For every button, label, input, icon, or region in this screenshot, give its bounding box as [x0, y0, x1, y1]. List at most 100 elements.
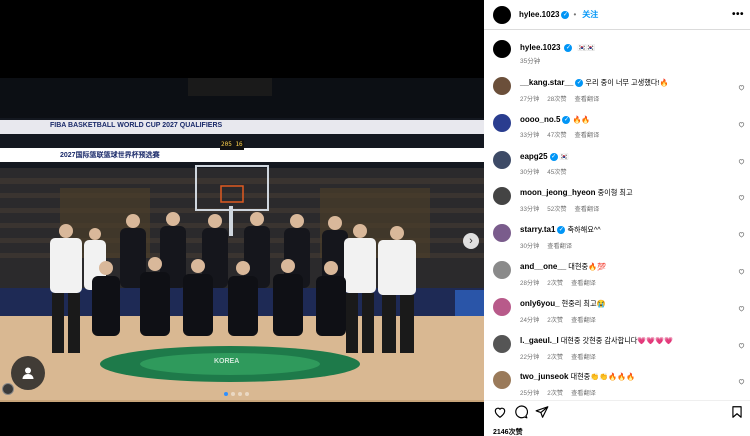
- court-logo-text: KOREA: [214, 358, 240, 365]
- heart-icon[interactable]: [738, 342, 745, 349]
- commenter-avatar[interactable]: [493, 260, 511, 279]
- chevron-right-icon: ›: [469, 234, 473, 247]
- comment-item: __kang.star__ ✓ 우리 중이 너무 고생했다!🔥 27分钟 28次赞 查看…: [484, 72, 750, 109]
- comment-text: 🇰🇷: [559, 151, 569, 161]
- commenter-avatar[interactable]: [493, 334, 511, 353]
- comment-likes[interactable]: 45次赞: [547, 169, 566, 176]
- commenter-username[interactable]: moon_jeong_hyeon: [520, 188, 596, 197]
- commenter-username[interactable]: l._gaeul._l: [520, 336, 559, 345]
- comment-item: moon_jeong_hyeon 중이형 최고 33分钟 52次赞 查看翻译: [484, 182, 750, 219]
- carousel-dot: [238, 392, 242, 396]
- commenter-avatar[interactable]: [493, 187, 511, 206]
- heart-icon[interactable]: [738, 158, 745, 165]
- person-icon: [22, 367, 34, 379]
- heart-icon[interactable]: [738, 121, 745, 128]
- comment-item: l._gaeul._l 대현중 갓현중 감사합니다💗💗💗💗 22分钟 2次赞 查看翻译: [484, 330, 750, 367]
- scoreboard-text: 205 16: [221, 141, 243, 148]
- comment-likes[interactable]: 2次赞: [547, 317, 563, 324]
- verified-icon: ✓: [562, 115, 571, 124]
- heart-icon[interactable]: [493, 405, 507, 419]
- comment-list: __kang.star__ ✓ 우리 중이 너무 고생했다!🔥 27分钟 28次赞 查看…: [484, 72, 750, 403]
- comment-time: 33分钟: [520, 131, 540, 139]
- comment-text: 대현중 갓현중 감사합니다💗💗💗💗: [560, 335, 674, 345]
- see-translation-link[interactable]: 查看翻译: [575, 96, 600, 103]
- commenter-username[interactable]: only6you_: [520, 299, 560, 308]
- comment-time: 30分钟: [520, 168, 540, 176]
- commenter-username[interactable]: __kang.star__: [520, 78, 573, 87]
- comment-text: 중이형 최고: [597, 188, 633, 198]
- heart-icon[interactable]: [738, 194, 745, 201]
- comment-likes[interactable]: 28次赞: [547, 96, 566, 103]
- comment-icon[interactable]: [514, 405, 528, 419]
- tagged-user-avatar[interactable]: [2, 383, 14, 395]
- commenter-avatar[interactable]: [493, 371, 511, 390]
- comment-time: 33分钟: [520, 206, 540, 214]
- commenter-username[interactable]: and__one__: [520, 262, 566, 271]
- see-translation-link[interactable]: 查看翻译: [575, 132, 600, 139]
- comment-item: oooo_no.5 ✓ 🔥🔥 33分钟 47次赞 查看翻译: [484, 109, 750, 146]
- heart-icon[interactable]: [738, 305, 745, 312]
- heart-icon[interactable]: [738, 378, 745, 385]
- heart-icon[interactable]: [738, 268, 745, 275]
- media-viewer: FIBA BASKETBALL WORLD CUP 2027 QUALIFIER…: [0, 0, 484, 436]
- comment-item: and__one__ 대현중🔥💯 28分钟 2次赞 查看翻译: [484, 256, 750, 293]
- see-translation-link[interactable]: 查看翻译: [547, 243, 572, 250]
- comment-item: starry.ta1 ✓ 축하해요^^ 30分钟 查看翻译: [484, 219, 750, 256]
- comment-text: 대현중👏👏🔥🔥🔥: [570, 372, 636, 382]
- bookmark-icon[interactable]: [730, 405, 744, 419]
- post-caption: hylee.1023 ✓ 🇰🇷🇰🇷 35分钟: [493, 40, 744, 65]
- post-header: hylee.1023 ✓ • 关注 •••: [484, 0, 750, 30]
- comment-likes[interactable]: 2次赞: [547, 390, 563, 397]
- verified-icon: ✓: [575, 79, 584, 88]
- see-translation-link[interactable]: 查看翻译: [571, 317, 596, 324]
- follow-button[interactable]: 关注: [582, 9, 598, 20]
- heart-icon[interactable]: [738, 84, 745, 91]
- comment-likes[interactable]: 47次赞: [547, 132, 566, 139]
- commenter-username[interactable]: starry.ta1: [520, 225, 555, 234]
- comment-time: 24分钟: [520, 316, 540, 324]
- like-count[interactable]: 2146次赞: [493, 427, 523, 436]
- comment-time: 25分钟: [520, 390, 540, 398]
- comment-likes[interactable]: 52次赞: [547, 206, 566, 213]
- comment-time: 30分钟: [520, 243, 540, 251]
- caption-time: 35分钟: [520, 58, 541, 66]
- comment-text: 축하해요^^: [567, 225, 601, 235]
- commenter-avatar[interactable]: [493, 224, 511, 243]
- comment-item: eapg25 ✓ 🇰🇷 30分钟 45次赞: [484, 146, 750, 183]
- caption-username[interactable]: hylee.1023: [520, 43, 560, 52]
- commenter-username[interactable]: two_junseok: [520, 372, 568, 381]
- post-actions: 2146次赞: [484, 400, 750, 436]
- comment-text: 우리 중이 너무 고생했다!🔥: [585, 78, 669, 87]
- author-avatar[interactable]: [493, 40, 511, 58]
- comment-text: 대현중🔥💯: [568, 261, 606, 271]
- see-translation-link[interactable]: 查看翻译: [571, 280, 596, 287]
- author-avatar[interactable]: [493, 5, 511, 24]
- heart-icon[interactable]: [738, 231, 745, 238]
- comment-likes[interactable]: 2次赞: [547, 280, 563, 287]
- comment-text: 현중리 최고😭: [561, 298, 606, 308]
- commenter-username[interactable]: oooo_no.5: [520, 115, 560, 124]
- comment-item: only6you_ 현중리 최고😭 24分钟 2次赞 查看翻译: [484, 293, 750, 330]
- verified-icon: ✓: [557, 226, 566, 235]
- comment-time: 28分钟: [520, 279, 540, 287]
- commenter-avatar[interactable]: [493, 113, 511, 132]
- banner-lower: 2027国际篮联篮球世界杯预选赛: [60, 152, 160, 159]
- commenter-avatar[interactable]: [493, 150, 511, 169]
- tagged-people-button[interactable]: [11, 356, 45, 390]
- comment-time: 22分钟: [520, 353, 540, 361]
- see-translation-link[interactable]: 查看翻译: [571, 390, 596, 397]
- author-username[interactable]: hylee.1023: [519, 10, 559, 19]
- share-icon[interactable]: [535, 405, 549, 419]
- caption-text: 🇰🇷🇰🇷: [577, 43, 596, 52]
- more-options-button[interactable]: •••: [732, 9, 744, 20]
- see-translation-link[interactable]: 查看翻译: [571, 354, 596, 361]
- post-photo[interactable]: FIBA BASKETBALL WORLD CUP 2027 QUALIFIER…: [0, 78, 484, 402]
- comment-likes[interactable]: 2次赞: [547, 354, 563, 361]
- commenter-avatar[interactable]: [493, 297, 511, 316]
- verified-icon: ✓: [549, 152, 558, 161]
- commenter-username[interactable]: eapg25: [520, 152, 548, 161]
- comment-time: 27分钟: [520, 96, 540, 103]
- commenter-avatar[interactable]: [493, 77, 511, 95]
- see-translation-link[interactable]: 查看翻译: [575, 206, 600, 213]
- next-image-button[interactable]: ›: [463, 233, 479, 249]
